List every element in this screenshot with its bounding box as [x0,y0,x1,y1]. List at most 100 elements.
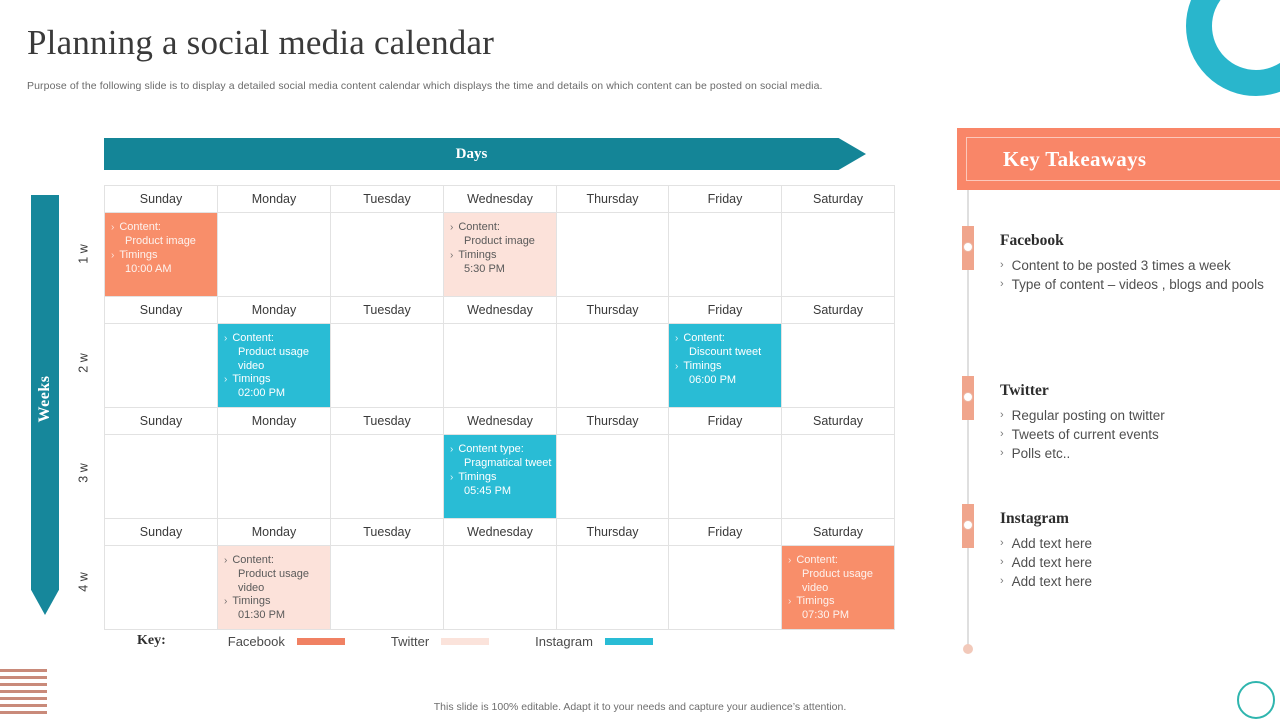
takeaway-bullet-text: Content to be posted 3 times a week [1011,258,1231,273]
day-header-saturday: Saturday [781,185,895,213]
takeaway-heading: Instagram [1000,510,1069,527]
event-timing-line: › Timings [224,595,326,609]
calendar-dayname-row: Sunday Monday Tuesday Wednesday Thursday Frid… [104,185,895,213]
key-legend-item-facebook: Facebook [228,634,345,649]
event-card-twitter[interactable]: › Content: Product image › Timings 5:30 PM [444,213,556,296]
event-timing-value: 06:00 PM [689,373,737,386]
event-timing-line: › Timings [675,360,777,374]
event-timing-value: 01:30 PM [238,609,286,622]
calendar-cell-empty[interactable] [781,212,895,297]
bullet-chevron-icon: › [675,360,679,372]
calendar-cell-empty[interactable] [217,212,331,297]
event-content-value: Product image [125,235,196,247]
day-header-wednesday: Wednesday [443,296,557,324]
event-card-twitter[interactable]: › Content: Product usage video › Timings 01:3… [218,546,330,629]
calendar-cell-empty[interactable] [104,434,218,519]
takeaway-bullet-text: Add text here [1011,536,1092,551]
calendar-cell-empty[interactable] [330,434,444,519]
event-timing-line: › Timings [450,249,552,263]
calendar-cell-event[interactable]: › Content type: Pragmatical tweet › Timings 0… [443,434,557,519]
event-content-line: › Content type: [450,443,552,457]
bullet-chevron-icon: › [450,471,454,483]
week-tick-4: 4 w [72,568,96,596]
bullet-chevron-icon: › [675,333,679,344]
takeaway-group-facebook: Facebook › Content to be posted 3 times a … [1000,232,1280,294]
calendar-week-row: › Content: Product usage video › Timings 01:3… [104,545,895,630]
calendar-cell-empty[interactable] [781,434,895,519]
calendar-cell-empty[interactable] [104,545,218,630]
takeaway-bullet: › Polls etc.. [1000,444,1280,463]
calendar-cell-event[interactable]: › Content: Product image › Timings 5:30 PM [443,212,557,297]
event-card-facebook[interactable]: › Content: Product usage video › Timings 07:3… [782,546,894,629]
bullet-chevron-icon: › [111,222,115,233]
bullet-chevron-icon: › [450,222,454,233]
key-takeaways-banner: Key Takeaways [957,128,1280,190]
week-tick-3: 3 w [72,459,96,487]
takeaway-bullet: › Add text here [1000,572,1280,591]
day-header-friday: Friday [668,185,782,213]
calendar-cell-empty[interactable] [330,323,444,408]
calendar-cell-event[interactable]: › Content: Product usage video › Timings 07:3… [781,545,895,630]
event-card-facebook[interactable]: › Content: Product image › Timings 10:00 AM [105,213,217,296]
calendar-dayname-row: Sunday Monday Tuesday Wednesday Thursday Frid… [104,407,895,435]
calendar-cell-empty[interactable] [104,323,218,408]
key-legend-label: Key: [137,633,166,648]
calendar-cell-empty[interactable] [330,212,444,297]
day-header-tuesday: Tuesday [330,518,444,546]
day-header-monday: Monday [217,296,331,324]
event-content-label: Content: [796,554,838,566]
bullet-chevron-icon: › [224,333,228,344]
weeks-axis-arrow: Weeks [31,195,59,615]
calendar-cell-event[interactable]: › Content: Product usage video › Timings 01:3… [217,545,331,630]
key-legend-name: Twitter [390,633,430,649]
key-legend-swatch [296,637,345,645]
event-content-value: Product usage video [802,568,873,594]
event-card-instagram[interactable]: › Content: Product usage video › Timings 02:0… [218,324,330,407]
page-subtitle: Purpose of the following slide is to dis… [27,80,823,92]
day-header-saturday: Saturday [781,518,895,546]
day-header-monday: Monday [217,185,331,213]
bullet-chevron-icon: › [450,249,454,261]
calendar-cell-empty[interactable] [668,434,782,519]
event-card-instagram[interactable]: › Content: Discount tweet › Timings 06:00 PM [669,324,781,407]
calendar-cell-event[interactable]: › Content: Product usage video › Timings 02:0… [217,323,331,408]
calendar-cell-empty[interactable] [668,545,782,630]
event-card-instagram[interactable]: › Content type: Pragmatical tweet › Timings 0… [444,435,556,518]
calendar-cell-empty[interactable] [668,212,782,297]
calendar-week-row: › Content type: Pragmatical tweet › Timings 0… [104,434,895,519]
calendar-cell-event[interactable]: › Content: Discount tweet › Timings 06:00 PM [668,323,782,408]
takeaway-bullet: › Content to be posted 3 times a week [1000,256,1280,275]
event-content-line: › Content: [224,332,326,346]
calendar-cell-empty[interactable] [443,545,557,630]
week-tick-1: 1 w [72,240,96,268]
event-content-value: Product usage video [238,346,309,372]
bullet-chevron-icon: › [1000,537,1004,549]
takeaway-bullet: › Regular posting on twitter [1000,406,1280,425]
day-header-thursday: Thursday [556,296,669,324]
calendar-cell-empty[interactable] [217,434,331,519]
calendar-cell-empty[interactable] [781,323,895,408]
day-header-friday: Friday [668,407,782,435]
calendar-cell-empty[interactable] [556,434,669,519]
key-legend-items: Facebook Twitter Instagram [228,634,699,649]
event-content-value: Product usage video [238,568,309,594]
event-timing-line: › Timings [224,373,326,387]
day-header-friday: Friday [668,518,782,546]
calendar-cell-empty[interactable] [330,545,444,630]
calendar-cell-event[interactable]: › Content: Product image › Timings 10:00 AM [104,212,218,297]
week-tick-2: 2 w [72,349,96,377]
event-content-label: Content type: [458,443,524,455]
takeaway-bullet-text: Add text here [1011,555,1092,570]
calendar-cell-empty[interactable] [556,212,669,297]
bullet-chevron-icon: › [788,555,792,566]
bullet-chevron-icon: › [1000,409,1004,421]
day-header-tuesday: Tuesday [330,296,444,324]
calendar-week-row: › Content: Product image › Timings 10:00 AM › C… [104,212,895,297]
event-timing-value: 07:30 PM [802,609,850,622]
calendar-cell-empty[interactable] [443,323,557,408]
week-tick-label: 3 w [76,463,91,483]
day-header-friday: Friday [668,296,782,324]
calendar-cell-empty[interactable] [556,323,669,408]
calendar-cell-empty[interactable] [556,545,669,630]
calendar-key-legend: Key: Facebook Twitter Instagram [137,633,699,649]
